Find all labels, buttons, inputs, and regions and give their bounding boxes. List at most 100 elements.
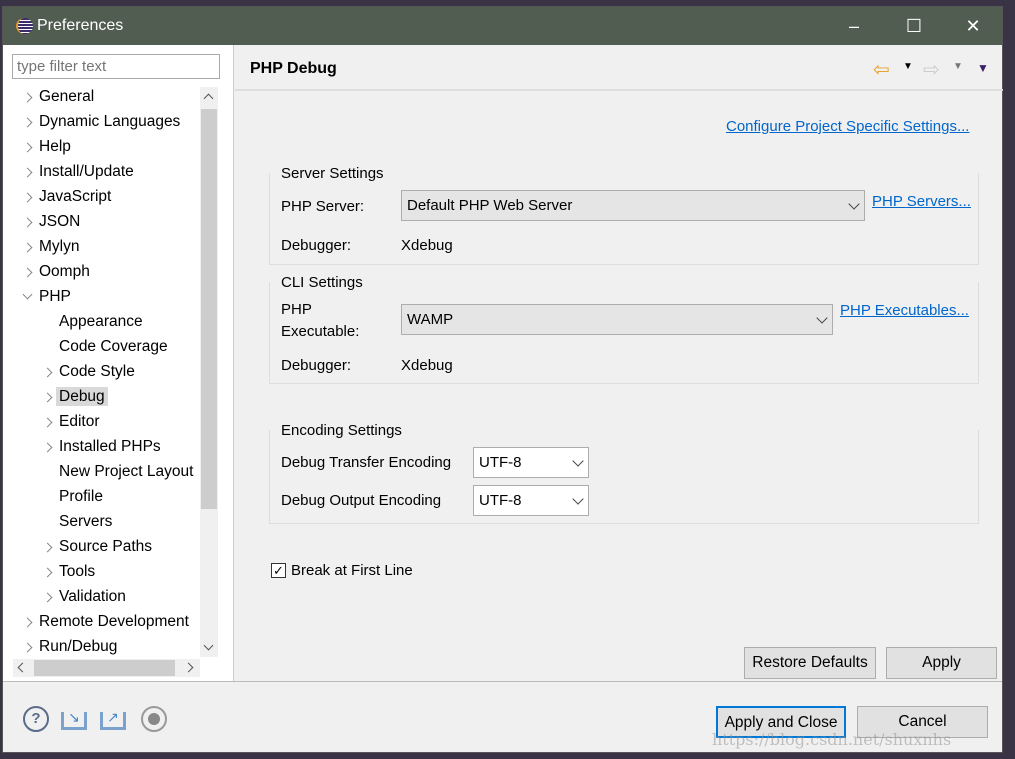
tree-item-label: Tools [59,563,96,580]
tree-item[interactable]: Dynamic Languages [22,110,181,134]
close-button[interactable]: ✕ [958,13,988,39]
title-bar: Preferences – ☐ ✕ [3,7,1002,45]
scroll-thumb[interactable] [34,660,175,676]
encoding-settings-label: Encoding Settings [281,422,402,439]
view-menu-icon[interactable]: ▼ [977,61,989,75]
break-first-line-checkbox[interactable]: ✓ [271,563,286,578]
tree-item[interactable]: Debug [42,385,108,409]
chevron-right-icon[interactable] [42,542,53,553]
transfer-encoding-select[interactable]: UTF-8 [473,447,589,478]
encoding-settings-group [269,430,979,524]
tree-item[interactable]: Source Paths [42,535,152,559]
transfer-encoding-label: Debug Transfer Encoding [281,454,452,471]
maximize-button[interactable]: ☐ [899,13,929,39]
chevron-right-icon[interactable] [42,442,53,453]
apply-button[interactable]: Apply [886,647,997,679]
tree-item[interactable]: Code Style [42,360,135,384]
tree-item[interactable]: Run/Debug [22,635,118,659]
scroll-thumb[interactable] [201,109,217,509]
chevron-right-icon[interactable] [22,142,33,153]
chevron-right-icon[interactable] [42,392,53,403]
back-menu-icon[interactable]: ▼ [903,61,913,72]
tree-item[interactable]: Remote Development [22,610,189,634]
import-icon[interactable]: ↘ [61,710,87,730]
scroll-down-icon[interactable] [203,640,214,651]
tree-item[interactable]: Mylyn [22,235,79,259]
php-executable-select[interactable]: WAMP [401,304,833,335]
tree-item-label: Editor [59,413,100,430]
tree-vertical-scrollbar[interactable] [200,87,218,657]
chevron-down-icon [572,455,584,467]
restore-defaults-button[interactable]: Restore Defaults [744,647,876,679]
chevron-down-icon [848,198,860,210]
tree-horizontal-scrollbar[interactable] [13,659,200,677]
chevron-down-icon[interactable] [22,289,33,300]
php-servers-link[interactable]: PHP Servers... [872,193,971,210]
tree-item[interactable]: PHP [22,285,71,309]
tree-item[interactable]: Help [22,135,71,159]
php-executable-label-line1: PHP [281,301,312,318]
tree-item-label: Installed PHPs [59,438,161,455]
chevron-right-icon[interactable] [22,642,33,653]
php-debug-page: PHP Debug ⇦ ▼ ⇨ ▼ ▼ Configure Project Sp… [235,45,1003,681]
cli-debugger-label: Debugger: [281,357,352,374]
scroll-up-icon[interactable] [203,93,214,104]
eclipse-logo-icon [16,18,33,34]
tree-item[interactable]: Editor [42,410,100,434]
break-first-line-label: Break at First Line [291,562,413,579]
back-arrow-icon[interactable]: ⇦ [873,57,890,82]
tree-item-label: Dynamic Languages [39,113,181,130]
chevron-right-icon[interactable] [22,92,33,103]
server-settings-label: Server Settings [281,165,384,182]
tree-item-label: PHP [39,288,71,305]
forward-arrow-icon[interactable]: ⇨ [923,57,940,82]
tree-item-label: Appearance [59,313,143,330]
server-debugger-label: Debugger: [281,237,352,254]
tree-item[interactable]: JSON [22,210,81,234]
tree-item-label: Run/Debug [39,638,118,655]
tree-item-label: JSON [39,213,81,230]
forward-menu-icon[interactable]: ▼ [953,61,963,72]
scroll-right-icon[interactable] [183,662,194,673]
tree-item-label: Servers [59,513,113,530]
tree-item[interactable]: New Project Layout [59,460,193,484]
tree-item[interactable]: Tools [42,560,96,584]
tree-item[interactable]: Appearance [59,310,143,334]
chevron-right-icon[interactable] [42,367,53,378]
tree-item[interactable]: Installed PHPs [42,435,161,459]
tree-item[interactable]: General [22,85,94,109]
output-encoding-label: Debug Output Encoding [281,492,442,509]
tree-item[interactable]: JavaScript [22,185,112,209]
tree-item[interactable]: Code Coverage [59,335,168,359]
php-executables-link[interactable]: PHP Executables... [840,302,969,319]
php-server-select[interactable]: Default PHP Web Server [401,190,865,221]
chevron-down-icon [816,312,828,324]
tree-item-label: Profile [59,488,103,505]
cli-debugger-value: Xdebug [401,357,453,374]
chevron-right-icon[interactable] [42,417,53,428]
chevron-right-icon[interactable] [22,192,33,203]
help-icon[interactable]: ? [23,706,49,732]
record-icon[interactable] [141,706,167,732]
tree-item[interactable]: Validation [42,585,126,609]
tree-item[interactable]: Profile [59,485,103,509]
tree-item-label: Code Style [59,363,135,380]
output-encoding-select[interactable]: UTF-8 [473,485,589,516]
tree-item[interactable]: Oomph [22,260,90,284]
chevron-right-icon[interactable] [22,117,33,128]
chevron-right-icon[interactable] [22,217,33,228]
chevron-right-icon[interactable] [42,592,53,603]
chevron-right-icon[interactable] [22,617,33,628]
scroll-left-icon[interactable] [17,662,28,673]
tree-item-label: JavaScript [39,188,112,205]
chevron-right-icon[interactable] [22,242,33,253]
configure-project-settings-link[interactable]: Configure Project Specific Settings... [726,118,969,135]
chevron-right-icon[interactable] [22,267,33,278]
tree-item[interactable]: Servers [59,510,112,534]
chevron-right-icon[interactable] [42,567,53,578]
export-icon[interactable]: ↗ [100,710,126,730]
filter-input[interactable] [12,54,220,79]
minimize-button[interactable]: – [839,13,869,39]
tree-item[interactable]: Install/Update [22,160,134,184]
chevron-right-icon[interactable] [22,167,33,178]
